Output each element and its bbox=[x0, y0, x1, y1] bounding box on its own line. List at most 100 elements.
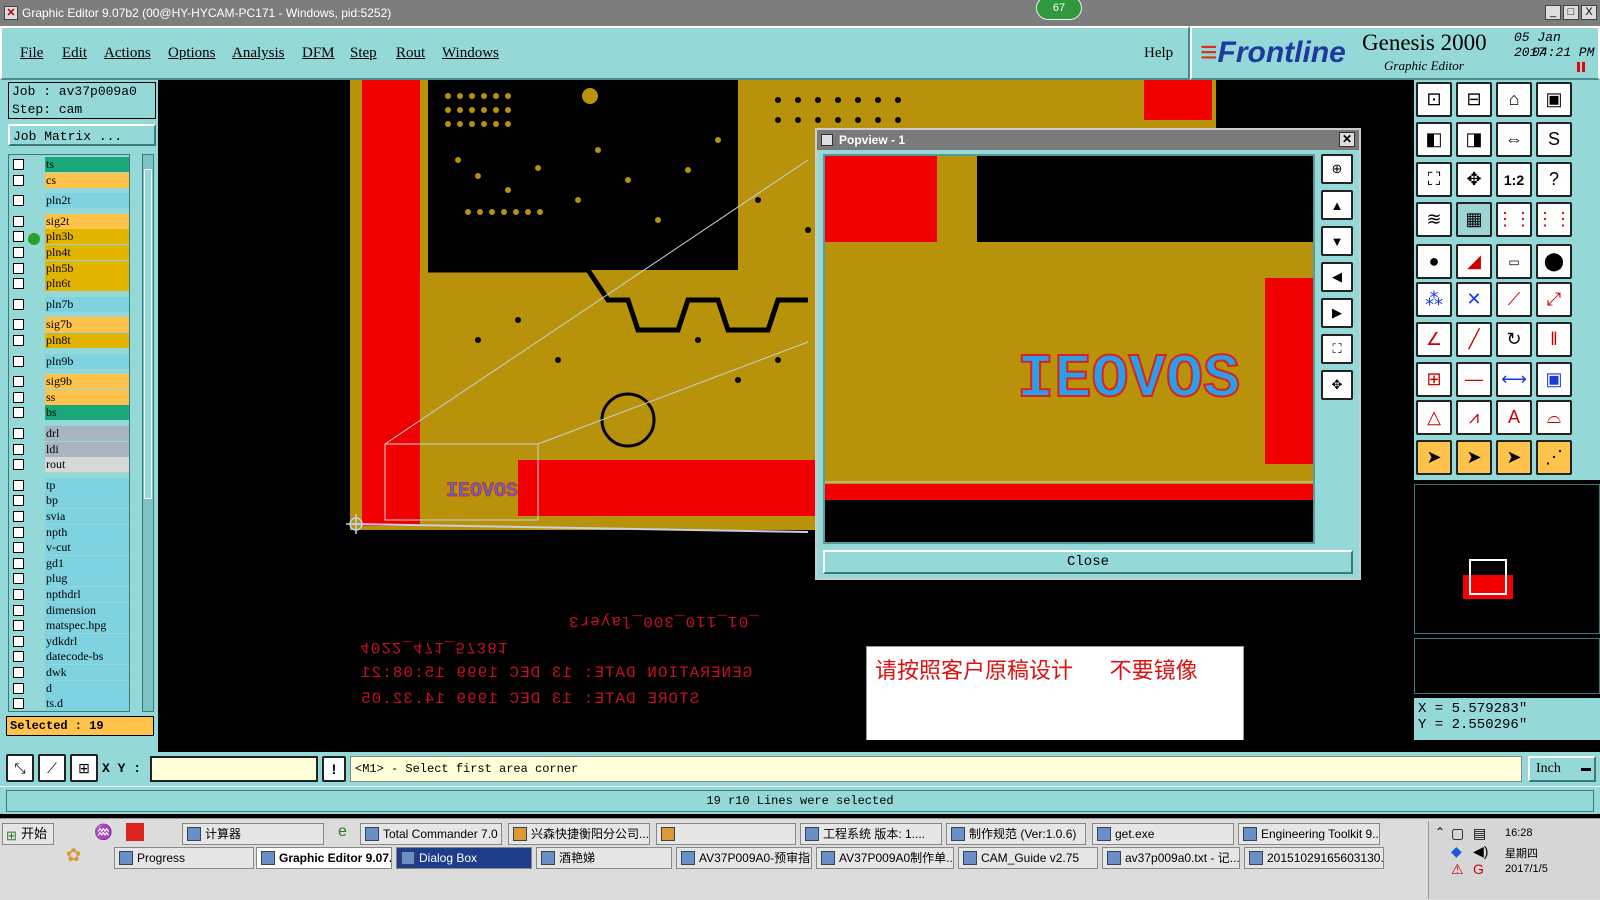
layer-row[interactable]: drl bbox=[11, 426, 129, 441]
layer-name[interactable]: gd1 bbox=[45, 555, 129, 571]
popview-close-icon[interactable]: ✕ bbox=[1339, 132, 1355, 147]
grid-mode-icon[interactable]: ⊞ bbox=[70, 754, 98, 782]
layer-name[interactable]: d bbox=[45, 680, 129, 696]
zoom-ratio-icon[interactable]: 1:2 bbox=[1496, 162, 1532, 197]
layer-row[interactable]: pln9b bbox=[11, 353, 129, 369]
pan-down-icon[interactable]: ▼ bbox=[1321, 226, 1353, 256]
layer-name[interactable]: ydkdrl bbox=[45, 633, 129, 649]
layer-name[interactable]: sig2t bbox=[45, 213, 129, 229]
layer-checkbox[interactable] bbox=[13, 635, 24, 647]
layer-row[interactable]: svia bbox=[11, 509, 129, 524]
angle-icon[interactable]: ∠ bbox=[1416, 322, 1452, 357]
center-icon[interactable]: ✥ bbox=[1456, 162, 1492, 197]
layer-name[interactable]: pln2t bbox=[45, 193, 129, 209]
layer-row[interactable]: plug bbox=[11, 571, 129, 587]
menu-rout[interactable]: Rout bbox=[396, 45, 425, 62]
popview-canvas[interactable]: IEOVOS bbox=[823, 154, 1315, 544]
menu-file[interactable]: File bbox=[20, 45, 43, 62]
layer-row[interactable]: sig9b bbox=[11, 374, 129, 390]
snap-pad-icon[interactable]: ⋮⋮ bbox=[1536, 202, 1572, 237]
xy-input[interactable] bbox=[150, 756, 318, 782]
layer-checkbox[interactable] bbox=[13, 407, 24, 419]
layer-row[interactable]: sig2t bbox=[11, 213, 129, 229]
pointer-icon[interactable]: ➤ bbox=[1416, 440, 1452, 475]
layer-row[interactable]: cs bbox=[11, 172, 129, 188]
view-top-icon[interactable]: ⊡ bbox=[1416, 82, 1452, 117]
layer-row[interactable]: ts bbox=[11, 157, 129, 172]
layer-name[interactable]: cs bbox=[45, 172, 129, 188]
layer-checkbox[interactable] bbox=[13, 557, 24, 569]
layer-name[interactable]: matspec.hpg bbox=[45, 618, 129, 634]
ruler-icon[interactable]: ▭ bbox=[1496, 244, 1532, 279]
layer-checkbox[interactable] bbox=[13, 459, 24, 471]
job-matrix-button[interactable]: Job Matrix ... bbox=[8, 124, 156, 146]
layer-checkbox[interactable] bbox=[13, 495, 24, 507]
pan-up-icon[interactable]: ▲ bbox=[1321, 190, 1353, 220]
colorful-icon[interactable]: ✿ bbox=[66, 845, 81, 866]
triangle-icon[interactable]: △ bbox=[1416, 400, 1452, 435]
layer-checkbox[interactable] bbox=[13, 174, 24, 186]
connect-icon[interactable]: ⁂ bbox=[1416, 282, 1452, 317]
layer-name[interactable]: pln8t bbox=[45, 333, 129, 348]
menu-options[interactable]: Options bbox=[168, 45, 216, 62]
node-icon[interactable]: ⊞ bbox=[1416, 362, 1452, 397]
split-view-icon[interactable]: ⇔ bbox=[1496, 122, 1532, 157]
pan-right-icon[interactable]: ▶ bbox=[1321, 298, 1353, 328]
task-get-exe[interactable]: get.exe bbox=[1092, 823, 1234, 845]
layer-row[interactable]: sig7b bbox=[11, 317, 129, 333]
dash-icon[interactable]: — bbox=[1456, 362, 1492, 397]
layer-name[interactable]: drl bbox=[45, 426, 129, 441]
layer-name[interactable]: ts.d bbox=[45, 696, 129, 712]
layer-name[interactable]: pln7b bbox=[45, 296, 129, 312]
layer-name[interactable]: pln5b bbox=[45, 260, 129, 276]
layer-checkbox[interactable] bbox=[13, 231, 24, 243]
layer-checkbox[interactable] bbox=[13, 335, 24, 346]
menu-dfm[interactable]: DFM bbox=[302, 45, 335, 62]
layer-row[interactable]: d bbox=[11, 680, 129, 696]
tray-icon-3[interactable]: ◆ bbox=[1451, 843, 1462, 860]
task-spec[interactable]: 制作规范 (Ver:1.0.6) bbox=[946, 823, 1086, 845]
layer-row[interactable]: pln6t bbox=[11, 276, 129, 292]
layer-name[interactable]: sig7b bbox=[45, 317, 129, 333]
tray-icon-2[interactable]: ▤ bbox=[1473, 825, 1486, 842]
grid-align-icon[interactable]: ▣ bbox=[1536, 362, 1572, 397]
layer-row[interactable]: gd1 bbox=[11, 555, 129, 571]
tray-icon-4[interactable]: ⚠ bbox=[1451, 861, 1464, 878]
notification-badge[interactable]: 67 bbox=[1036, 0, 1082, 20]
layer-row[interactable]: pln4t bbox=[11, 245, 129, 260]
layer-checkbox[interactable] bbox=[13, 604, 24, 616]
layer-row[interactable]: dimension bbox=[11, 602, 129, 618]
layer-checkbox[interactable] bbox=[13, 159, 24, 170]
peak-icon[interactable]: ⩘ bbox=[1456, 400, 1492, 435]
menu-actions[interactable]: Actions bbox=[104, 45, 151, 62]
help-icon[interactable]: ? bbox=[1536, 162, 1572, 197]
cross-icon[interactable]: ✕ bbox=[1456, 282, 1492, 317]
layer-checkbox[interactable] bbox=[13, 620, 24, 632]
task-worksheet[interactable]: AV37P009A0制作单... bbox=[816, 847, 954, 869]
layer-row[interactable]: ldi bbox=[11, 441, 129, 457]
layer-checkbox[interactable] bbox=[13, 278, 24, 290]
zoom-in-icon[interactable]: ⊕ bbox=[1321, 154, 1353, 184]
box-pointer-icon[interactable]: ➤ bbox=[1496, 440, 1532, 475]
layer-row[interactable]: pln2t bbox=[11, 193, 129, 209]
distance-icon[interactable]: ⟷ bbox=[1496, 362, 1532, 397]
task-blank[interactable] bbox=[656, 823, 796, 845]
window-icon[interactable]: ▣ bbox=[1536, 82, 1572, 117]
layer-row[interactable]: ss bbox=[11, 389, 129, 405]
layer-row[interactable]: pln7b bbox=[11, 296, 129, 312]
start-button[interactable]: ⊞ 开始 bbox=[2, 823, 54, 845]
layer-name[interactable]: v-cut bbox=[45, 540, 129, 556]
task-company[interactable]: 兴森快捷衡阳分公司... bbox=[508, 823, 650, 845]
layer-row[interactable]: ts.d bbox=[11, 696, 129, 712]
task-dialog-box[interactable]: Dialog Box bbox=[396, 847, 532, 869]
volume-icon[interactable]: ◀) bbox=[1473, 843, 1488, 860]
layer-row[interactable]: rout bbox=[11, 457, 129, 473]
arc-icon[interactable]: ↻ bbox=[1496, 322, 1532, 357]
task-cam-guide[interactable]: CAM_Guide v2.75 bbox=[958, 847, 1098, 869]
layer-name[interactable]: bp bbox=[45, 493, 129, 509]
layer-name[interactable]: pln3b bbox=[45, 229, 129, 245]
redraw-icon[interactable]: S bbox=[1536, 122, 1572, 157]
layer-name[interactable]: dimension bbox=[45, 602, 129, 618]
layer-checkbox[interactable] bbox=[13, 651, 24, 663]
layer-checkbox[interactable] bbox=[13, 428, 24, 439]
